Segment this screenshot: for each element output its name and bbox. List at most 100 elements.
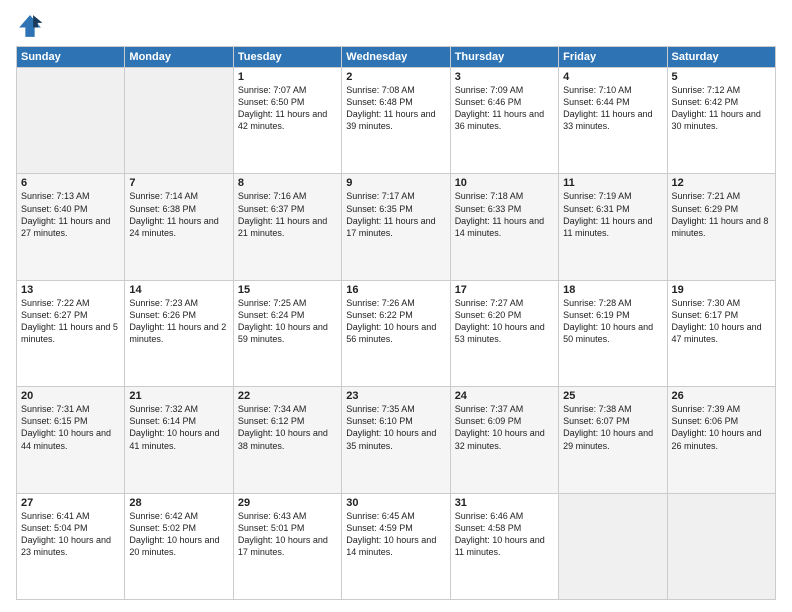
calendar-cell: 4Sunrise: 7:10 AM Sunset: 6:44 PM Daylig… <box>559 68 667 174</box>
day-number: 12 <box>672 177 771 189</box>
day-number: 29 <box>238 497 337 509</box>
calendar-cell: 8Sunrise: 7:16 AM Sunset: 6:37 PM Daylig… <box>233 174 341 280</box>
day-number: 5 <box>672 71 771 83</box>
day-info: Sunrise: 7:19 AM Sunset: 6:31 PM Dayligh… <box>563 190 662 239</box>
day-number: 1 <box>238 71 337 83</box>
day-number: 19 <box>672 284 771 296</box>
day-info: Sunrise: 7:09 AM Sunset: 6:46 PM Dayligh… <box>455 84 554 133</box>
calendar-cell: 3Sunrise: 7:09 AM Sunset: 6:46 PM Daylig… <box>450 68 558 174</box>
day-number: 10 <box>455 177 554 189</box>
day-info: Sunrise: 6:45 AM Sunset: 4:59 PM Dayligh… <box>346 510 445 559</box>
calendar-cell: 29Sunrise: 6:43 AM Sunset: 5:01 PM Dayli… <box>233 493 341 599</box>
day-info: Sunrise: 7:13 AM Sunset: 6:40 PM Dayligh… <box>21 190 120 239</box>
day-info: Sunrise: 7:27 AM Sunset: 6:20 PM Dayligh… <box>455 297 554 346</box>
day-number: 31 <box>455 497 554 509</box>
calendar-cell <box>17 68 125 174</box>
logo-icon <box>16 12 44 40</box>
day-number: 4 <box>563 71 662 83</box>
weekday-header: Tuesday <box>233 47 341 68</box>
day-info: Sunrise: 7:26 AM Sunset: 6:22 PM Dayligh… <box>346 297 445 346</box>
day-info: Sunrise: 7:16 AM Sunset: 6:37 PM Dayligh… <box>238 190 337 239</box>
day-number: 13 <box>21 284 120 296</box>
day-info: Sunrise: 7:10 AM Sunset: 6:44 PM Dayligh… <box>563 84 662 133</box>
day-number: 24 <box>455 390 554 402</box>
calendar-cell: 28Sunrise: 6:42 AM Sunset: 5:02 PM Dayli… <box>125 493 233 599</box>
calendar-cell: 22Sunrise: 7:34 AM Sunset: 6:12 PM Dayli… <box>233 387 341 493</box>
day-info: Sunrise: 7:25 AM Sunset: 6:24 PM Dayligh… <box>238 297 337 346</box>
day-info: Sunrise: 6:43 AM Sunset: 5:01 PM Dayligh… <box>238 510 337 559</box>
calendar-cell: 10Sunrise: 7:18 AM Sunset: 6:33 PM Dayli… <box>450 174 558 280</box>
weekday-header: Sunday <box>17 47 125 68</box>
header <box>16 12 776 40</box>
day-number: 7 <box>129 177 228 189</box>
calendar-cell: 17Sunrise: 7:27 AM Sunset: 6:20 PM Dayli… <box>450 280 558 386</box>
day-number: 8 <box>238 177 337 189</box>
day-number: 16 <box>346 284 445 296</box>
calendar-cell: 7Sunrise: 7:14 AM Sunset: 6:38 PM Daylig… <box>125 174 233 280</box>
calendar-cell: 23Sunrise: 7:35 AM Sunset: 6:10 PM Dayli… <box>342 387 450 493</box>
day-number: 3 <box>455 71 554 83</box>
day-number: 23 <box>346 390 445 402</box>
calendar-cell: 11Sunrise: 7:19 AM Sunset: 6:31 PM Dayli… <box>559 174 667 280</box>
calendar-cell: 2Sunrise: 7:08 AM Sunset: 6:48 PM Daylig… <box>342 68 450 174</box>
day-info: Sunrise: 7:23 AM Sunset: 6:26 PM Dayligh… <box>129 297 228 346</box>
calendar-table: SundayMondayTuesdayWednesdayThursdayFrid… <box>16 46 776 600</box>
calendar-cell: 25Sunrise: 7:38 AM Sunset: 6:07 PM Dayli… <box>559 387 667 493</box>
day-info: Sunrise: 7:37 AM Sunset: 6:09 PM Dayligh… <box>455 403 554 452</box>
calendar-cell: 31Sunrise: 6:46 AM Sunset: 4:58 PM Dayli… <box>450 493 558 599</box>
calendar-cell: 9Sunrise: 7:17 AM Sunset: 6:35 PM Daylig… <box>342 174 450 280</box>
calendar-cell: 14Sunrise: 7:23 AM Sunset: 6:26 PM Dayli… <box>125 280 233 386</box>
day-info: Sunrise: 7:12 AM Sunset: 6:42 PM Dayligh… <box>672 84 771 133</box>
day-number: 22 <box>238 390 337 402</box>
calendar-cell: 13Sunrise: 7:22 AM Sunset: 6:27 PM Dayli… <box>17 280 125 386</box>
calendar-cell: 15Sunrise: 7:25 AM Sunset: 6:24 PM Dayli… <box>233 280 341 386</box>
weekday-header: Saturday <box>667 47 775 68</box>
page: SundayMondayTuesdayWednesdayThursdayFrid… <box>0 0 792 612</box>
calendar-cell: 20Sunrise: 7:31 AM Sunset: 6:15 PM Dayli… <box>17 387 125 493</box>
day-info: Sunrise: 6:41 AM Sunset: 5:04 PM Dayligh… <box>21 510 120 559</box>
calendar-cell: 26Sunrise: 7:39 AM Sunset: 6:06 PM Dayli… <box>667 387 775 493</box>
day-info: Sunrise: 7:34 AM Sunset: 6:12 PM Dayligh… <box>238 403 337 452</box>
day-number: 26 <box>672 390 771 402</box>
day-number: 28 <box>129 497 228 509</box>
day-info: Sunrise: 7:14 AM Sunset: 6:38 PM Dayligh… <box>129 190 228 239</box>
day-number: 21 <box>129 390 228 402</box>
day-info: Sunrise: 6:46 AM Sunset: 4:58 PM Dayligh… <box>455 510 554 559</box>
logo <box>16 12 48 40</box>
weekday-header: Monday <box>125 47 233 68</box>
day-info: Sunrise: 7:28 AM Sunset: 6:19 PM Dayligh… <box>563 297 662 346</box>
day-number: 17 <box>455 284 554 296</box>
day-info: Sunrise: 6:42 AM Sunset: 5:02 PM Dayligh… <box>129 510 228 559</box>
day-info: Sunrise: 7:08 AM Sunset: 6:48 PM Dayligh… <box>346 84 445 133</box>
calendar-cell <box>125 68 233 174</box>
day-number: 14 <box>129 284 228 296</box>
calendar-cell: 1Sunrise: 7:07 AM Sunset: 6:50 PM Daylig… <box>233 68 341 174</box>
day-info: Sunrise: 7:35 AM Sunset: 6:10 PM Dayligh… <box>346 403 445 452</box>
day-info: Sunrise: 7:17 AM Sunset: 6:35 PM Dayligh… <box>346 190 445 239</box>
day-info: Sunrise: 7:21 AM Sunset: 6:29 PM Dayligh… <box>672 190 771 239</box>
day-number: 30 <box>346 497 445 509</box>
day-number: 9 <box>346 177 445 189</box>
calendar-cell: 27Sunrise: 6:41 AM Sunset: 5:04 PM Dayli… <box>17 493 125 599</box>
calendar-cell: 6Sunrise: 7:13 AM Sunset: 6:40 PM Daylig… <box>17 174 125 280</box>
weekday-header: Friday <box>559 47 667 68</box>
calendar-cell <box>559 493 667 599</box>
day-number: 27 <box>21 497 120 509</box>
calendar-cell: 16Sunrise: 7:26 AM Sunset: 6:22 PM Dayli… <box>342 280 450 386</box>
calendar-cell: 12Sunrise: 7:21 AM Sunset: 6:29 PM Dayli… <box>667 174 775 280</box>
day-info: Sunrise: 7:38 AM Sunset: 6:07 PM Dayligh… <box>563 403 662 452</box>
day-number: 18 <box>563 284 662 296</box>
calendar-cell: 30Sunrise: 6:45 AM Sunset: 4:59 PM Dayli… <box>342 493 450 599</box>
weekday-header: Thursday <box>450 47 558 68</box>
day-number: 11 <box>563 177 662 189</box>
day-number: 15 <box>238 284 337 296</box>
day-info: Sunrise: 7:07 AM Sunset: 6:50 PM Dayligh… <box>238 84 337 133</box>
weekday-header: Wednesday <box>342 47 450 68</box>
day-info: Sunrise: 7:30 AM Sunset: 6:17 PM Dayligh… <box>672 297 771 346</box>
day-number: 20 <box>21 390 120 402</box>
day-number: 25 <box>563 390 662 402</box>
calendar-cell: 24Sunrise: 7:37 AM Sunset: 6:09 PM Dayli… <box>450 387 558 493</box>
day-info: Sunrise: 7:18 AM Sunset: 6:33 PM Dayligh… <box>455 190 554 239</box>
calendar-cell: 5Sunrise: 7:12 AM Sunset: 6:42 PM Daylig… <box>667 68 775 174</box>
day-info: Sunrise: 7:32 AM Sunset: 6:14 PM Dayligh… <box>129 403 228 452</box>
